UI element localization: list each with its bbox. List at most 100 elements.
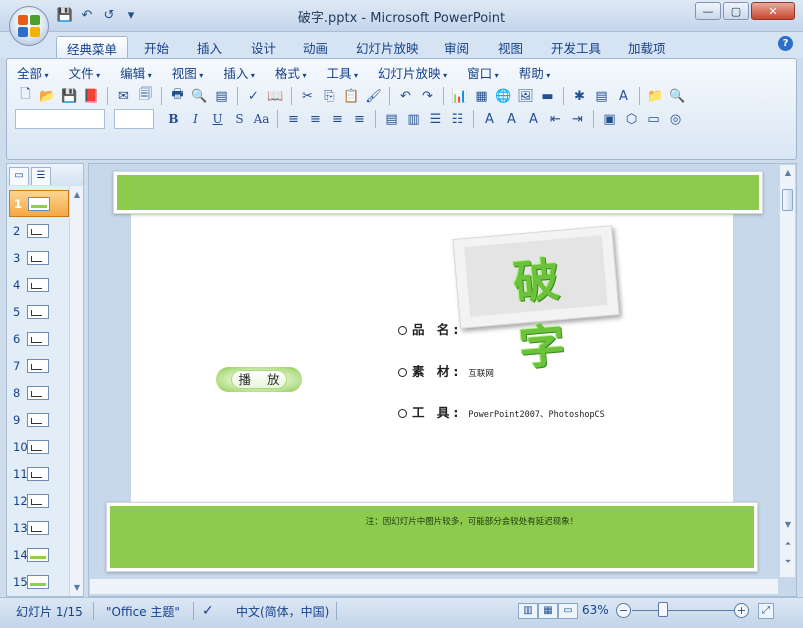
slide-sorter-icon[interactable]: ▦ [538, 603, 558, 619]
picture-icon[interactable]: 🖼 [515, 86, 536, 106]
scroll-thumb[interactable] [782, 189, 793, 211]
slide-thumbnail-12[interactable]: 12 [9, 487, 67, 514]
slide-thumbnail-6[interactable]: 6 [9, 325, 67, 352]
editor-horizontal-scrollbar[interactable] [90, 578, 778, 594]
thumbnail-scrollbar[interactable]: ▲ ▼ [69, 186, 83, 596]
editor-vertical-scrollbar[interactable]: ▲ ▼ ⏶ ⏷ [779, 165, 795, 577]
color-icon[interactable]: ▬ [537, 86, 558, 106]
textbox-icon[interactable]: A [613, 86, 634, 106]
paragraph-tool-icon[interactable]: ▭ [643, 109, 664, 129]
slide-thumbnail-7[interactable]: 7 [9, 352, 67, 379]
title-card[interactable]: 破 字 [452, 225, 620, 376]
publish-icon[interactable]: 🗐 [135, 86, 156, 106]
new-slide-icon[interactable]: ✱ [569, 86, 590, 106]
font-name-combo[interactable] [15, 109, 105, 129]
slide-thumbnail-11[interactable]: 11 [9, 460, 67, 487]
open-icon[interactable]: 📂 [37, 86, 58, 106]
cut-icon[interactable]: ✂ [297, 86, 318, 106]
slide-thumbnail-9[interactable]: 9 [9, 406, 67, 433]
email-icon[interactable]: ✉ [113, 86, 134, 106]
menu-slideshow[interactable]: 幻灯片放映 [378, 63, 447, 82]
slide-thumbnail-8[interactable]: 8 [9, 379, 67, 406]
paragraph-tool-icon[interactable]: ▥ [403, 109, 424, 129]
font-size-combo[interactable] [114, 109, 154, 129]
format-painter-icon[interactable]: 🖌 [363, 86, 384, 106]
permission-icon[interactable]: 📕 [81, 86, 102, 106]
undo-icon[interactable]: ↶ [395, 86, 416, 106]
chart-icon[interactable]: 📊 [449, 86, 470, 106]
menu-edit[interactable]: 编辑 [120, 63, 152, 82]
tab-developer[interactable]: 开发工具 [541, 36, 611, 58]
menu-help[interactable]: 帮助 [519, 63, 551, 82]
slide-thumbnail-2[interactable]: 2 [9, 217, 67, 244]
redo-icon[interactable]: ↷ [417, 86, 438, 106]
research-icon[interactable]: 📖 [265, 86, 286, 106]
maximize-button[interactable]: ▢ [723, 2, 749, 20]
slides-tab-icon[interactable]: ▭ [9, 167, 29, 185]
paragraph-tool-icon[interactable]: ◎ [665, 109, 686, 129]
shadow-button[interactable]: S [229, 109, 250, 129]
tab-view[interactable]: 视图 [488, 36, 533, 58]
slide-thumbnail-3[interactable]: 3 [9, 244, 67, 271]
print-icon[interactable]: 🖶 [167, 86, 188, 106]
fit-to-window-icon[interactable]: ⤢ [758, 603, 774, 619]
slide-thumbnail-1[interactable]: 1 [9, 190, 69, 217]
previous-slide-icon[interactable]: ⏶ [783, 539, 793, 549]
zoom-level[interactable]: 63% [582, 603, 609, 617]
change-case-button[interactable]: Aa [251, 109, 272, 129]
menu-format[interactable]: 格式 [275, 63, 307, 82]
play-button[interactable]: 播 放 [216, 367, 302, 392]
tab-insert[interactable]: 插入 [187, 36, 232, 58]
slide-thumbnail-14[interactable]: 14 [9, 541, 67, 568]
paragraph-tool-icon[interactable]: A [501, 109, 522, 129]
scroll-up-icon[interactable]: ▲ [72, 190, 82, 199]
language-indicator[interactable]: 中文(简体，中国) [236, 603, 329, 620]
tab-slideshow[interactable]: 幻灯片放映 [346, 36, 429, 58]
menu-window[interactable]: 窗口 [467, 63, 499, 82]
zoom-in-icon[interactable]: + [734, 603, 749, 618]
slide-layout-icon[interactable]: ▤ [591, 86, 612, 106]
menu-all[interactable]: 全部 [17, 63, 49, 82]
folder-icon[interactable]: 📁 [645, 86, 666, 106]
zoom-slider-handle[interactable] [658, 602, 668, 617]
minimize-button[interactable]: — [695, 2, 721, 20]
office-button[interactable] [9, 6, 49, 46]
copy-icon[interactable]: ⎘ [319, 86, 340, 106]
spell-check-icon[interactable]: ✓ [202, 603, 214, 619]
save-icon[interactable]: 💾 [59, 86, 80, 106]
paragraph-tool-icon[interactable]: ⬡ [621, 109, 642, 129]
outline-tab-icon[interactable]: ☰ [31, 167, 51, 185]
tab-animation[interactable]: 动画 [293, 36, 338, 58]
zoom-slider[interactable] [632, 610, 738, 611]
spelling-icon[interactable]: ✓ [243, 86, 264, 106]
menu-file[interactable]: 文件 [69, 63, 101, 82]
help-icon[interactable]: ? [778, 36, 793, 51]
slide-canvas[interactable] [131, 212, 733, 504]
scroll-down-icon[interactable]: ▼ [72, 583, 82, 592]
slide-thumbnail-13[interactable]: 13 [9, 514, 67, 541]
paragraph-tool-icon[interactable]: ≡ [283, 109, 304, 129]
theme-name[interactable]: "Office 主题" [106, 603, 180, 620]
menu-insert[interactable]: 插入 [223, 63, 255, 82]
normal-view-icon[interactable]: ▥ [518, 603, 538, 619]
paragraph-tool-icon[interactable]: ≡ [305, 109, 326, 129]
scroll-down-icon[interactable]: ▼ [783, 520, 793, 529]
tab-home[interactable]: 开始 [134, 36, 179, 58]
paragraph-tool-icon[interactable]: ▣ [599, 109, 620, 129]
scroll-up-icon[interactable]: ▲ [783, 168, 793, 177]
tab-design[interactable]: 设计 [241, 36, 286, 58]
slide-thumbnail-5[interactable]: 5 [9, 298, 67, 325]
next-slide-icon[interactable]: ⏷ [783, 557, 793, 567]
paragraph-tool-icon[interactable]: ☰ [425, 109, 446, 129]
italic-button[interactable]: I [185, 109, 206, 129]
slide-thumbnail-15[interactable]: 15 [9, 568, 67, 595]
zoom-out-icon[interactable]: − [616, 603, 631, 618]
paragraph-tool-icon[interactable]: A [523, 109, 544, 129]
layout-icon[interactable]: ▤ [211, 86, 232, 106]
web-icon[interactable]: 🌐 [493, 86, 514, 106]
paragraph-tool-icon[interactable]: ⇤ [545, 109, 566, 129]
slide-thumbnail-10[interactable]: 10 [9, 433, 67, 460]
paragraph-tool-icon[interactable]: ≡ [327, 109, 348, 129]
paragraph-tool-icon[interactable]: ☷ [447, 109, 468, 129]
tab-classic-menu[interactable]: 经典菜单 [56, 36, 129, 58]
